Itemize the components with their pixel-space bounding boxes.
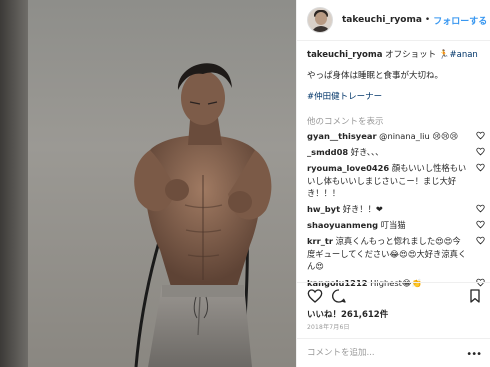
add-comment-input[interactable] bbox=[307, 348, 457, 358]
comment-username[interactable]: shaoyuanmeng bbox=[307, 220, 378, 230]
separator-dot: • bbox=[424, 15, 431, 25]
comment-text: @ninana_liu 😢😢😢 bbox=[379, 131, 459, 141]
comment-row: hw_byt 好き！！❤ bbox=[307, 203, 485, 216]
post-username[interactable]: takeuchi_ryoma bbox=[342, 15, 422, 25]
post-date: 2018年7月6日 bbox=[307, 324, 350, 331]
action-bar bbox=[297, 282, 490, 306]
caption-username[interactable]: takeuchi_ryoma bbox=[307, 50, 382, 60]
shirtless-man-with-resistance-bands bbox=[134, 63, 272, 367]
caption-text: オフショット bbox=[385, 50, 437, 60]
heart-icon[interactable] bbox=[307, 288, 323, 304]
person-emoji-icon: 🏃 bbox=[438, 50, 450, 60]
load-more-comments-link[interactable]: 他のコメントを表示 bbox=[307, 115, 384, 127]
follow-button[interactable]: フォローする bbox=[433, 14, 487, 27]
bookmark-icon[interactable] bbox=[467, 288, 483, 304]
comment-like-heart-icon[interactable] bbox=[476, 163, 485, 172]
comment-username[interactable]: gyan__thisyear bbox=[307, 131, 377, 141]
comment-icon[interactable] bbox=[331, 288, 347, 304]
comment-username[interactable]: _smdd08 bbox=[307, 147, 348, 157]
hashtag-trainer[interactable]: #仲田健トレーナー bbox=[307, 91, 485, 103]
comment-row: krr_tr 涼真くんもっと惚れました😍😍今度ギューしてください😂😍😍大好き涼真… bbox=[307, 235, 485, 273]
comment-text: 好き！！❤ bbox=[342, 204, 383, 215]
comment-like-heart-icon[interactable] bbox=[476, 147, 485, 156]
more-options-icon[interactable]: ••• bbox=[466, 349, 482, 360]
comment-row: ryouma_love0426 顔もいいし性格もいいし体もいいしまじさいこー！ま… bbox=[307, 162, 485, 200]
post-header: takeuchi_ryoma • フォローする bbox=[297, 0, 490, 41]
comment-list: gyan__thisyear @ninana_liu 😢😢😢 _smdd08 好き… bbox=[307, 130, 485, 293]
caption-line-2: やっぱ身体は睡眠と食事が大切ね。 bbox=[307, 71, 444, 81]
comment-text: 好き、、、 bbox=[350, 147, 384, 158]
comment-like-heart-icon[interactable] bbox=[476, 204, 485, 213]
comment-text: 叮当猫 bbox=[380, 220, 406, 231]
comment-like-heart-icon[interactable] bbox=[476, 236, 485, 245]
comment-username[interactable]: hw_byt bbox=[307, 204, 340, 214]
comment-like-heart-icon[interactable] bbox=[476, 220, 485, 229]
comment-row: _smdd08 好き、、、 bbox=[307, 146, 485, 159]
comment-row: shaoyuanmeng 叮当猫 bbox=[307, 219, 485, 232]
comment-like-heart-icon[interactable] bbox=[476, 131, 485, 140]
post-sidebar: takeuchi_ryoma • フォローする takeuchi_ryoma オ… bbox=[296, 0, 490, 367]
comment-row: gyan__thisyear @ninana_liu 😢😢😢 bbox=[307, 130, 485, 143]
comment-username[interactable]: ryouma_love0426 bbox=[307, 163, 389, 173]
post-caption: takeuchi_ryoma オフショット 🏃#anan やっぱ身体は睡眠と食事… bbox=[307, 49, 485, 112]
avatar[interactable] bbox=[307, 7, 333, 33]
post-photo[interactable] bbox=[0, 0, 296, 367]
like-count[interactable]: いいね！261,612件 bbox=[307, 308, 388, 320]
hashtag-anan[interactable]: #anan bbox=[449, 50, 477, 60]
add-comment-bar: ••• bbox=[297, 338, 490, 367]
comment-username[interactable]: krr_tr bbox=[307, 236, 333, 246]
